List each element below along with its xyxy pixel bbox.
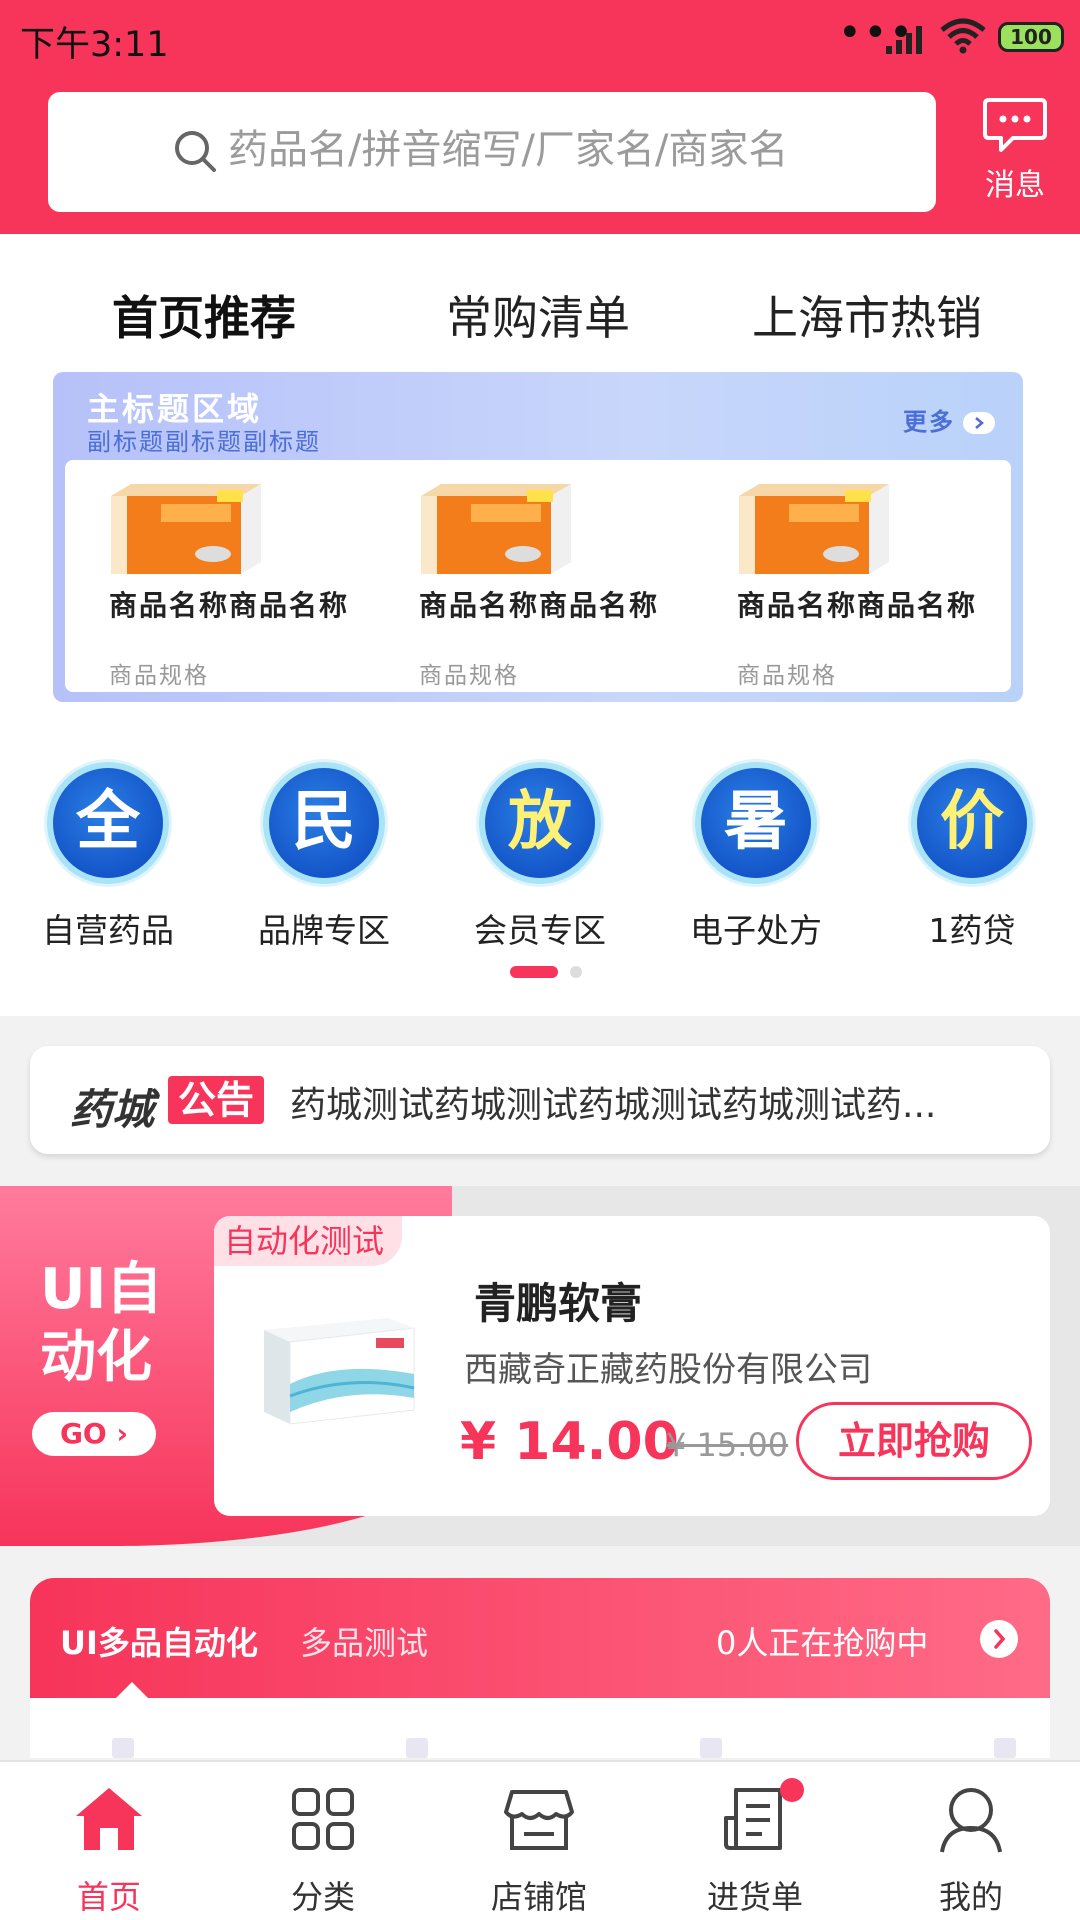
buy-now-button[interactable]: 立即抢购 <box>796 1402 1032 1480</box>
signal-icon <box>886 26 922 54</box>
bottom-nav: 首页 分类 店铺馆 进货单 我的 <box>0 1760 1080 1920</box>
product-name: 商品名称商品名称 <box>419 589 660 622</box>
medicine-box-image <box>421 484 571 574</box>
product-thumbnail <box>700 1738 722 1758</box>
multi-notch <box>114 1682 150 1700</box>
multi-title: UI多品自动化 <box>60 1624 258 1662</box>
category-label: 会员专区 <box>474 911 606 950</box>
promo-original-price: ¥ 15.00 <box>666 1426 789 1464</box>
more-label: 更多 <box>903 408 955 436</box>
product-spec: 商品规格 <box>419 663 519 689</box>
product-name: 商品名称商品名称 <box>737 589 978 622</box>
search-icon <box>175 131 216 172</box>
category-label: 品牌专区 <box>258 911 390 950</box>
category-label: 自营药品 <box>42 911 174 950</box>
banner-sub-title: 副标题副标题副标题 <box>87 428 321 456</box>
product-card[interactable]: 商品名称商品名称 商品规格 <box>375 460 675 692</box>
search-bar[interactable] <box>48 92 936 212</box>
message-label: 消息 <box>985 168 1045 203</box>
tab-label: 首页推荐 <box>112 291 296 345</box>
store-icon <box>504 1790 574 1850</box>
nav-category[interactable]: 分类 <box>248 1782 398 1918</box>
chevron-right-icon[interactable] <box>980 1620 1018 1658</box>
wifi-icon <box>940 18 986 54</box>
nav-home[interactable]: 首页 <box>34 1782 184 1918</box>
announcement-tag: 公告 <box>168 1076 265 1124</box>
multi-count-text: 0人正在抢购中 <box>716 1624 929 1662</box>
category-icon: 暑 <box>695 762 817 884</box>
home-icon <box>76 1788 142 1850</box>
product-card[interactable]: 商品名称商品名称 商品规格 <box>65 460 365 692</box>
category-self-operated[interactable]: 全 自营药品 <box>18 762 198 952</box>
promo-company: 西藏奇正藏药股份有限公司 <box>464 1350 872 1390</box>
product-spec: 商品规格 <box>109 663 209 689</box>
grid-icon <box>292 1788 354 1850</box>
category-label: 1药贷 <box>928 911 1016 950</box>
featured-banner: 主标题区域 副标题副标题副标题 更多 商品名称商品名称 商品规格 商品名称商品名… <box>53 372 1023 702</box>
promo-side-title: UI自动化 <box>40 1257 163 1390</box>
banner-product-list: 商品名称商品名称 商品规格 商品名称商品名称 商品规格 商品名称商品名称 商品规… <box>65 460 1011 692</box>
promo-product-card[interactable]: 自动化测试 青鹏软膏 西藏奇正藏药股份有限公司 ¥ 14.00 ¥ 15.00 … <box>214 1216 1050 1516</box>
multi-subtitle: 多品测试 <box>300 1624 429 1662</box>
nav-store[interactable]: 店铺馆 <box>464 1782 614 1918</box>
top-header: 下午3:11 ••• 100 消息 <box>0 0 1080 234</box>
category-icon: 放 <box>479 762 601 884</box>
category-member-zone[interactable]: 放 会员专区 <box>450 762 630 952</box>
battery-icon: 100 <box>998 22 1064 52</box>
medicine-box-image <box>111 484 261 574</box>
announcement-text: 药城测试药城测试药城测试药城测试药... <box>290 1085 937 1126</box>
nav-label: 分类 <box>290 1878 355 1916</box>
product-thumbnail <box>112 1738 134 1758</box>
category-loan[interactable]: 价 1药贷 <box>882 762 1062 952</box>
go-button[interactable]: GO › <box>32 1412 156 1456</box>
category-e-prescription[interactable]: 暑 电子处方 <box>666 762 846 952</box>
tab-label: 常购清单 <box>446 291 630 345</box>
nav-label: 我的 <box>938 1878 1003 1916</box>
product-spec: 商品规格 <box>737 663 837 689</box>
nav-label: 店铺馆 <box>490 1878 587 1916</box>
message-button[interactable]: 消息 <box>970 96 1060 208</box>
category-brand-zone[interactable]: 民 品牌专区 <box>234 762 414 952</box>
product-name: 商品名称商品名称 <box>109 589 350 622</box>
promo-section: UI自动化 GO › 自动化测试 青鹏软膏 西藏奇正藏药股份有限公司 ¥ 14.… <box>0 1186 1080 1546</box>
user-icon <box>940 1788 1002 1853</box>
tab-home-recommend[interactable]: 首页推荐 <box>106 282 302 348</box>
category-label: 电子处方 <box>690 911 822 950</box>
product-card[interactable]: 商品名称商品名称 商品规格 <box>693 460 993 692</box>
announcement-brand: 药城 <box>70 1085 155 1134</box>
category-icon: 民 <box>263 762 385 884</box>
nav-label: 首页 <box>76 1878 141 1916</box>
product-thumbnail <box>994 1738 1016 1758</box>
promo-price: ¥ 14.00 <box>460 1412 679 1472</box>
tab-shanghai-hot[interactable]: 上海市热销 <box>752 282 982 348</box>
tab-label: 上海市热销 <box>752 291 982 345</box>
ointment-box-image <box>264 1318 415 1425</box>
status-bar: 下午3:11 ••• 100 <box>0 0 1080 76</box>
tab-frequent-list[interactable]: 常购清单 <box>446 282 630 348</box>
search-input[interactable] <box>228 120 908 180</box>
page-dot <box>570 966 582 978</box>
nav-mine[interactable]: 我的 <box>896 1782 1046 1918</box>
multi-product-section[interactable]: UI多品自动化 多品测试 0人正在抢购中 <box>30 1578 1050 1758</box>
multi-product-list <box>30 1698 1050 1758</box>
promo-product-name: 青鹏软膏 <box>474 1279 643 1328</box>
chevron-right-icon <box>963 412 995 434</box>
product-thumbnail <box>406 1738 428 1758</box>
banner-more-link[interactable]: 更多 <box>903 402 995 437</box>
announcement-bar[interactable]: 药城 公告 药城测试药城测试药城测试药城测试药... <box>30 1046 1050 1154</box>
category-icon: 价 <box>911 762 1033 884</box>
medicine-box-image <box>739 484 889 574</box>
nav-label: 进货单 <box>706 1878 803 1916</box>
page-dot-active <box>510 966 558 978</box>
status-time: 下午3:11 <box>20 25 169 65</box>
promo-tag: 自动化测试 <box>214 1216 403 1266</box>
message-icon <box>983 98 1047 152</box>
notification-badge <box>780 1778 804 1802</box>
nav-purchase-order[interactable]: 进货单 <box>680 1778 830 1918</box>
category-icon: 全 <box>47 762 169 884</box>
